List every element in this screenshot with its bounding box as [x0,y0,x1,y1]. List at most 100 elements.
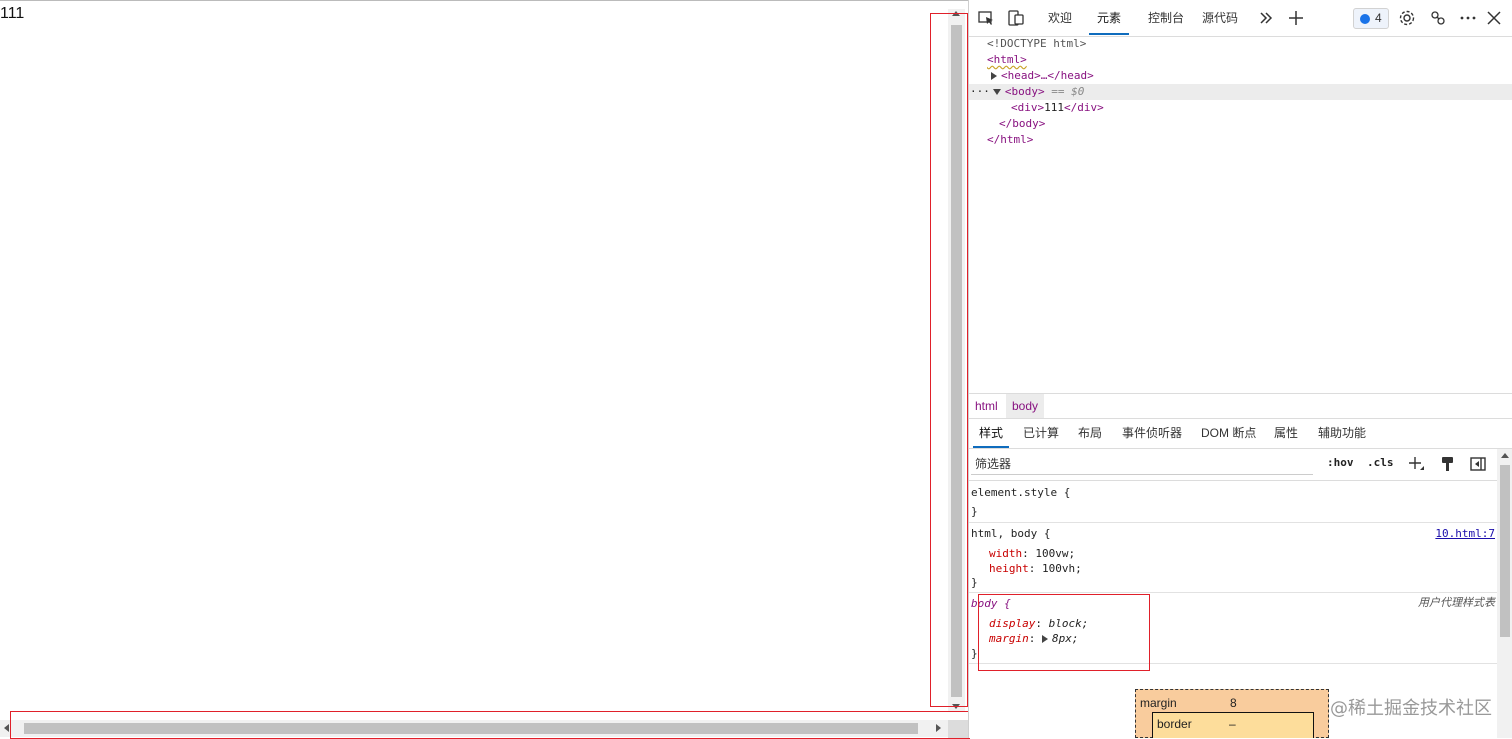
html-body-close: } [971,576,978,589]
customize-icon[interactable] [1429,9,1447,27]
collapse-arrow-icon[interactable] [992,89,1001,95]
breadcrumb: html body [969,393,1512,419]
subtab-event-listeners[interactable]: 事件侦听器 [1122,418,1182,446]
tab-welcome[interactable]: 欢迎 [1048,0,1072,33]
prop-name-width[interactable]: width [989,547,1022,560]
rule-source-link[interactable]: 10.html:7 [1435,526,1495,541]
toggle-sidebar-icon[interactable] [1469,455,1487,473]
ua-body-close: } [971,647,978,660]
doctype-text: <!DOCTYPE html> [987,37,1087,50]
prop-value-height[interactable]: 100vh; [1042,562,1082,575]
box-model-margin-label: margin [1140,696,1177,710]
scroll-left-arrow-icon[interactable] [4,724,9,732]
cls-toggle-button[interactable]: .cls [1367,456,1394,469]
div-close-tag: </div> [1064,101,1104,114]
page-vertical-scrollbar[interactable] [948,9,965,711]
subtab-accessibility[interactable]: 辅助功能 [1318,418,1366,446]
tab-elements[interactable]: 元素 [1089,0,1130,35]
node-actions-icon[interactable]: ··· [970,85,990,98]
html-close-tag: </html> [987,133,1034,146]
add-tab-icon[interactable] [1287,9,1305,27]
expand-arrow-icon[interactable] [991,72,997,80]
prop-value-display: block; [1048,617,1089,630]
dom-tree: <!DOCTYPE html> <html> <head>…</head> ··… [969,36,1512,392]
styles-pane-scrollbar[interactable] [1497,449,1512,738]
prop-margin: margin: 8px; [989,632,1079,645]
user-agent-stylesheet-label: 用户代理样式表 [1418,597,1495,609]
prop-name-margin: margin [989,632,1029,645]
html-body-rule[interactable]: html, body { 10.html:7 width: 100vw; hei… [969,523,1497,593]
watermark-text: @稀土掘金技术社区 [1330,698,1492,719]
div-text: 111 [1044,101,1064,114]
page-horizontal-scrollbar[interactable] [0,720,948,737]
dom-html-close[interactable]: </html> [987,132,1033,148]
head-tag: <head>…</head> [1001,69,1094,82]
scroll-up-arrow-icon[interactable] [952,11,960,16]
box-model-diagram: margin 8 border – [1135,689,1329,738]
prop-name-height[interactable]: height [989,562,1029,575]
close-icon[interactable] [1485,9,1503,27]
issues-icon [1360,14,1370,24]
subtab-dom-breakpoints[interactable]: DOM 断点 [1201,418,1256,446]
page-content-text: 111 [0,5,25,22]
box-model-border: border – [1152,712,1314,738]
ua-body-selector: body { [971,597,1011,610]
vertical-scroll-thumb[interactable] [951,25,962,697]
box-model-border-label: border [1157,717,1192,731]
breadcrumb-body[interactable]: body [1006,394,1045,418]
subtab-layout[interactable]: 布局 [1078,418,1102,446]
gear-icon[interactable] [1398,9,1416,27]
prop-width[interactable]: width: 100vw; [989,546,1075,561]
styles-filter-bar: :hov .cls [969,449,1497,481]
prop-display: display: block; [989,617,1089,630]
prop-name-display: display [989,617,1036,630]
subtab-styles[interactable]: 样式 [973,418,1010,448]
scrollbar-corner [948,720,968,739]
page-viewport: 111 [0,0,970,739]
html-body-selector[interactable]: html, body { [971,526,1050,541]
html-open-tag: <html> [987,53,1027,66]
div-open-tag: <div> [1011,101,1045,114]
scroll-up-arrow-icon[interactable] [1501,453,1509,458]
scroll-down-arrow-icon[interactable] [952,704,960,709]
breadcrumb-html[interactable]: html [969,394,1004,418]
device-emulation-icon[interactable] [1007,9,1025,27]
issues-badge[interactable]: 4 [1353,8,1389,29]
element-style-rule[interactable]: element.style { } [969,481,1497,523]
body-close-tag: </body> [999,117,1046,130]
devtools-panel: 欢迎 元素 控制台 源代码 4 <!DOCTYPE html> <html> <… [968,0,1512,738]
dom-node-html[interactable]: <html> [987,52,1027,68]
prop-height[interactable]: height: 100vh; [989,561,1082,576]
devtools-toolbar: 欢迎 元素 控制台 源代码 4 [969,0,1512,37]
dom-doctype[interactable]: <!DOCTYPE html> [987,36,1086,52]
box-model-border-value[interactable]: – [1229,717,1236,731]
subtab-properties[interactable]: 属性 [1274,418,1298,446]
dom-node-head[interactable]: <head>…</head> [991,68,1094,84]
styles-filter-input[interactable] [971,453,1313,475]
styles-scroll-thumb[interactable] [1500,465,1510,637]
element-style-close: } [971,505,978,518]
prop-value-margin: 8px; [1052,632,1079,645]
element-style-selector[interactable]: element.style { [971,485,1070,500]
tab-sources[interactable]: 源代码 [1202,0,1238,33]
horizontal-scroll-thumb[interactable] [24,723,918,734]
subtab-computed[interactable]: 已计算 [1023,418,1059,446]
scroll-right-arrow-icon[interactable] [936,724,941,732]
prop-value-width[interactable]: 100vw; [1035,547,1075,560]
more-options-icon[interactable] [1459,9,1477,27]
more-tabs-icon[interactable] [1257,9,1275,27]
selected-node-marker: == $0 [1051,85,1085,98]
hov-toggle-button[interactable]: :hov [1327,456,1354,469]
body-open-tag: <body> [1004,85,1045,98]
dom-node-div[interactable]: <div>111</div> [1011,100,1104,116]
new-style-rule-icon[interactable] [1407,455,1425,473]
box-model-margin-value[interactable]: 8 [1230,696,1237,710]
tab-console[interactable]: 控制台 [1148,0,1184,33]
expand-shorthand-icon[interactable] [1042,635,1048,643]
issues-count: 4 [1375,11,1382,25]
dom-node-body[interactable]: ··· <body> == $0 [970,84,1084,100]
paint-brush-icon[interactable] [1439,455,1457,473]
user-agent-body-rule[interactable]: body { 用户代理样式表 display: block; margin: 8… [969,593,1497,664]
inspect-element-icon[interactable] [977,9,995,27]
dom-body-close[interactable]: </body> [999,116,1045,132]
